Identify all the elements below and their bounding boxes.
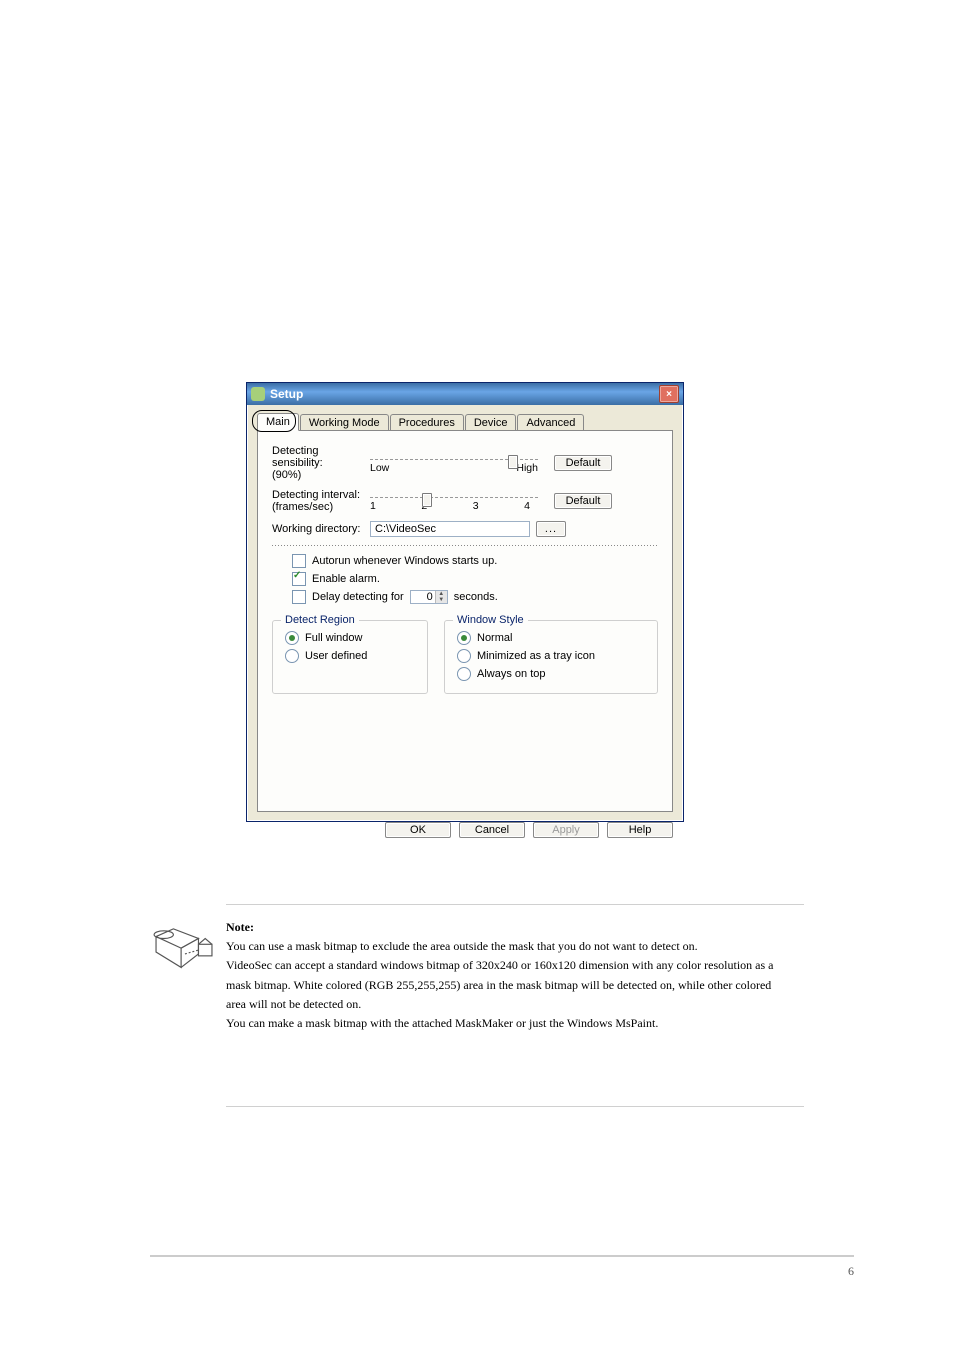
radio-normal[interactable]: Normal (457, 631, 645, 645)
checkbox-delay[interactable]: Delay detecting for 0 ▲▼ seconds. (292, 590, 658, 604)
checkbox-box[interactable] (292, 590, 306, 604)
ok-button[interactable]: OK (385, 822, 451, 838)
slider-track-2 (370, 497, 538, 498)
radio-user-label: User defined (305, 650, 367, 662)
radio-dot[interactable] (457, 649, 471, 663)
browse-button[interactable]: ... (536, 521, 566, 537)
radio-always-top[interactable]: Always on top (457, 667, 645, 681)
legend-window-style: Window Style (453, 614, 528, 626)
delay-label-post: seconds. (454, 591, 498, 603)
delay-spinner[interactable]: 0 ▲▼ (410, 590, 448, 604)
radio-user-defined[interactable]: User defined (285, 649, 415, 663)
setup-dialog: Setup × Main Working Mode Procedures Dev… (246, 382, 684, 822)
checkbox-enable-alarm[interactable]: Enable alarm. (292, 572, 658, 586)
label-interval-text: Detecting interval: (272, 489, 360, 501)
default-sensibility-button[interactable]: Default (554, 455, 612, 471)
radio-normal-label: Normal (477, 632, 512, 644)
radio-tray-label: Minimized as a tray icon (477, 650, 595, 662)
slider-sensibility[interactable]: Low High (370, 453, 538, 474)
radio-dot[interactable] (457, 667, 471, 681)
slider-high-label: High (516, 462, 538, 474)
radio-tray[interactable]: Minimized as a tray icon (457, 649, 645, 663)
label-sensibility-percent: (90%) (272, 469, 370, 481)
radio-dot[interactable] (457, 631, 471, 645)
row-interval: Detecting interval: (frames/sec) 1 2 3 4 (272, 489, 658, 513)
app-icon (251, 387, 265, 401)
slider-thumb-2[interactable] (422, 493, 432, 507)
delay-value: 0 (411, 591, 435, 603)
radio-top-label: Always on top (477, 668, 545, 680)
radio-dot[interactable] (285, 649, 299, 663)
label-sensibility: Detecting sensibility: (90%) (272, 445, 370, 481)
checkbox-alarm-label: Enable alarm. (312, 573, 380, 585)
window-title: Setup (270, 387, 659, 401)
checkbox-autorun-label: Autorun whenever Windows starts up. (312, 555, 497, 567)
group-window-style: Window Style Normal Minimized as a tray … (444, 620, 658, 694)
note-line-3: You can make a mask bitmap with the atta… (226, 1014, 789, 1033)
spinner-down-icon[interactable]: ▼ (436, 597, 447, 603)
tick-4: 4 (524, 500, 530, 512)
tick-1: 1 (370, 500, 376, 512)
page-number: 6 (848, 1264, 854, 1279)
slider-track (370, 459, 538, 460)
row-working-dir: Working directory: ... (272, 521, 658, 537)
checkbox-box[interactable] (292, 554, 306, 568)
tick-3: 3 (473, 500, 479, 512)
cancel-button[interactable]: Cancel (459, 822, 525, 838)
row-sensibility: Detecting sensibility: (90%) Low High De… (272, 445, 658, 481)
label-interval-unit: (frames/sec) (272, 501, 370, 513)
dialog-buttons: OK Cancel Apply Help (247, 816, 683, 846)
apply-button[interactable]: Apply (533, 822, 599, 838)
titlebar: Setup × (247, 383, 683, 405)
note-line-2: VideoSec can accept a standard windows b… (226, 956, 789, 1014)
radio-dot[interactable] (285, 631, 299, 645)
rule-top (226, 904, 804, 905)
delay-label-pre: Delay detecting for (312, 591, 404, 603)
slider-low-label: Low (370, 462, 389, 474)
default-interval-button[interactable]: Default (554, 493, 612, 509)
note-line-1: You can use a mask bitmap to exclude the… (226, 937, 789, 956)
tab-main[interactable]: Main (257, 413, 299, 431)
label-interval: Detecting interval: (frames/sec) (272, 489, 370, 513)
slider-thumb[interactable] (508, 455, 518, 469)
note-body: Note: You can use a mask bitmap to exclu… (226, 918, 789, 1033)
checkbox-box[interactable] (292, 572, 306, 586)
legend-detect-region: Detect Region (281, 614, 359, 626)
group-detect-region: Detect Region Full window User defined (272, 620, 428, 694)
working-dir-input[interactable] (370, 521, 530, 537)
tab-panel-main: Detecting sensibility: (90%) Low High De… (257, 430, 673, 812)
rule-bottom (226, 1106, 804, 1107)
radio-full-label: Full window (305, 632, 362, 644)
tab-main-label: Main (266, 416, 290, 428)
close-icon[interactable]: × (659, 385, 679, 403)
separator (272, 545, 658, 546)
note-icon (150, 925, 220, 985)
dialog-body: Main Working Mode Procedures Device Adva… (247, 405, 683, 816)
radio-full-window[interactable]: Full window (285, 631, 415, 645)
help-button[interactable]: Help (607, 822, 673, 838)
slider-interval[interactable]: 1 2 3 4 (370, 491, 538, 512)
label-sensibility-text: Detecting sensibility: (272, 445, 323, 469)
tabs: Main Working Mode Procedures Device Adva… (257, 413, 673, 431)
footer-rule (150, 1255, 854, 1257)
note-title: Note: (226, 920, 254, 934)
label-working-dir: Working directory: (272, 523, 370, 535)
checkbox-autorun[interactable]: Autorun whenever Windows starts up. (292, 554, 658, 568)
